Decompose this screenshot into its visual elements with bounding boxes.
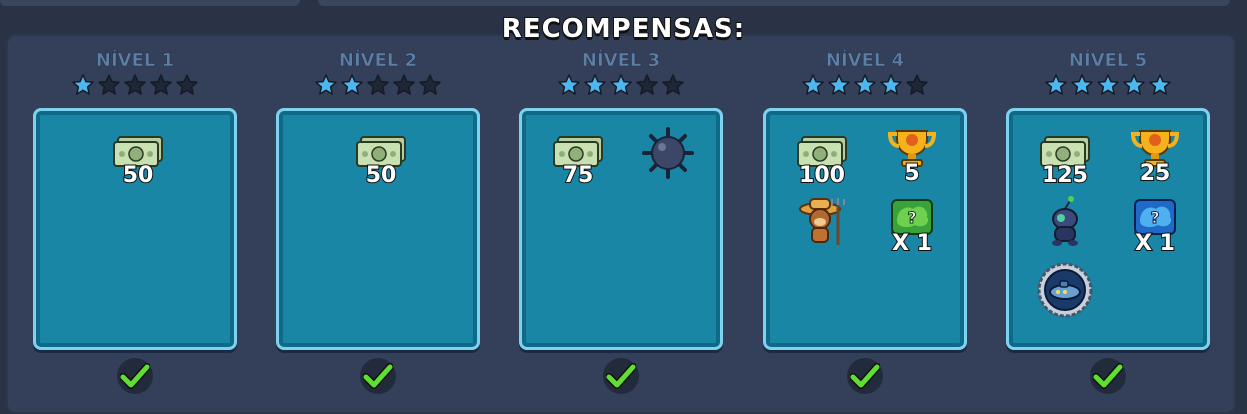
star-filled-icon bbox=[1123, 74, 1145, 95]
robot-pet-reward bbox=[1025, 195, 1105, 251]
star-filled-icon bbox=[1071, 74, 1093, 95]
checkmark-icon bbox=[120, 363, 150, 389]
reward-card[interactable]: 50 bbox=[33, 108, 237, 350]
star-filled-icon bbox=[802, 74, 824, 95]
checkmark-icon bbox=[1093, 363, 1123, 389]
tier-label: NÍVEL 5 bbox=[1068, 50, 1148, 72]
top-tab-left bbox=[0, 0, 300, 6]
star-empty-icon bbox=[150, 74, 172, 95]
tier-2: NÍVEL 2 50 bbox=[276, 50, 480, 394]
farmer-monkey-reward bbox=[782, 195, 862, 251]
cash-reward: 125 bbox=[1025, 135, 1105, 188]
completed-check bbox=[117, 358, 153, 394]
reward-card[interactable]: 100 5 ? X 1 bbox=[763, 108, 967, 350]
submarine-badge-icon bbox=[1037, 262, 1093, 318]
reward-card[interactable]: 50 bbox=[276, 108, 480, 350]
star-empty-icon bbox=[636, 74, 658, 95]
star-filled-icon bbox=[72, 74, 94, 95]
star-filled-icon bbox=[341, 74, 363, 95]
mystery-box-reward: ? X 1 bbox=[1115, 197, 1195, 256]
cash-amount: 50 bbox=[365, 163, 398, 188]
trophy-reward: 25 bbox=[1115, 125, 1195, 186]
cash-reward: 100 bbox=[782, 135, 862, 188]
mystery-box-amount: X 1 bbox=[1134, 231, 1176, 256]
star-filled-icon bbox=[854, 74, 876, 95]
star-empty-icon bbox=[176, 74, 198, 95]
star-empty-icon bbox=[662, 74, 684, 95]
tier-4: NÍVEL 4 100 5 ? X 1 bbox=[763, 50, 967, 394]
tier-label: NÍVEL 2 bbox=[338, 50, 418, 72]
checkmark-icon bbox=[363, 363, 393, 389]
cash-amount: 50 bbox=[122, 163, 155, 188]
mystery-box-reward: ? X 1 bbox=[872, 197, 952, 256]
tier-label: NÍVEL 1 bbox=[95, 50, 175, 72]
tier-stars bbox=[33, 73, 237, 99]
svg-text:?: ? bbox=[907, 208, 916, 227]
checkmark-icon bbox=[850, 363, 880, 389]
spike-mine-icon bbox=[642, 127, 694, 179]
star-filled-icon bbox=[1149, 74, 1171, 95]
star-empty-icon bbox=[124, 74, 146, 95]
trophy-amount: 25 bbox=[1139, 161, 1172, 186]
tier-stars bbox=[519, 73, 723, 99]
completed-check bbox=[603, 358, 639, 394]
completed-check bbox=[847, 358, 883, 394]
star-empty-icon bbox=[98, 74, 120, 95]
completed-check bbox=[1090, 358, 1126, 394]
cash-amount: 100 bbox=[798, 163, 846, 188]
mystery-box-amount: X 1 bbox=[891, 231, 933, 256]
top-tab-right bbox=[318, 0, 1230, 6]
spike-mine-reward bbox=[628, 125, 708, 181]
tier-stars bbox=[763, 73, 967, 99]
cash-reward: 50 bbox=[341, 135, 421, 188]
checkmark-icon bbox=[606, 363, 636, 389]
star-filled-icon bbox=[610, 74, 632, 95]
tier-5: NÍVEL 5 125 25 ? X 1 bbox=[1006, 50, 1210, 394]
tier-1: NÍVEL 1 50 bbox=[33, 50, 237, 394]
reward-card[interactable]: 75 bbox=[519, 108, 723, 350]
tier-stars bbox=[276, 73, 480, 99]
star-filled-icon bbox=[558, 74, 580, 95]
cash-reward: 75 bbox=[538, 135, 618, 188]
trophy-reward: 5 bbox=[872, 125, 952, 186]
star-filled-icon bbox=[828, 74, 850, 95]
reward-card[interactable]: 125 25 ? X 1 bbox=[1006, 108, 1210, 350]
tier-stars bbox=[1006, 73, 1210, 99]
trophy-amount: 5 bbox=[903, 161, 920, 186]
svg-text:?: ? bbox=[1150, 208, 1159, 227]
cash-amount: 75 bbox=[562, 163, 595, 188]
tier-label: NÍVEL 4 bbox=[825, 50, 905, 72]
tier-label: NÍVEL 3 bbox=[581, 50, 661, 72]
star-filled-icon bbox=[584, 74, 606, 95]
cash-amount: 125 bbox=[1041, 163, 1089, 188]
farmer-monkey-icon bbox=[799, 198, 845, 245]
completed-check bbox=[360, 358, 396, 394]
star-empty-icon bbox=[393, 74, 415, 95]
submarine-badge-reward bbox=[1025, 261, 1105, 319]
star-filled-icon bbox=[315, 74, 337, 95]
star-filled-icon bbox=[1045, 74, 1067, 95]
star-empty-icon bbox=[367, 74, 389, 95]
star-empty-icon bbox=[906, 74, 928, 95]
cash-reward: 50 bbox=[98, 135, 178, 188]
robot-pet-icon bbox=[1052, 196, 1078, 246]
star-empty-icon bbox=[419, 74, 441, 95]
star-filled-icon bbox=[1097, 74, 1119, 95]
rewards-title: RECOMPENSAS: bbox=[501, 13, 746, 45]
tier-3: NÍVEL 3 75 bbox=[519, 50, 723, 394]
star-filled-icon bbox=[880, 74, 902, 95]
